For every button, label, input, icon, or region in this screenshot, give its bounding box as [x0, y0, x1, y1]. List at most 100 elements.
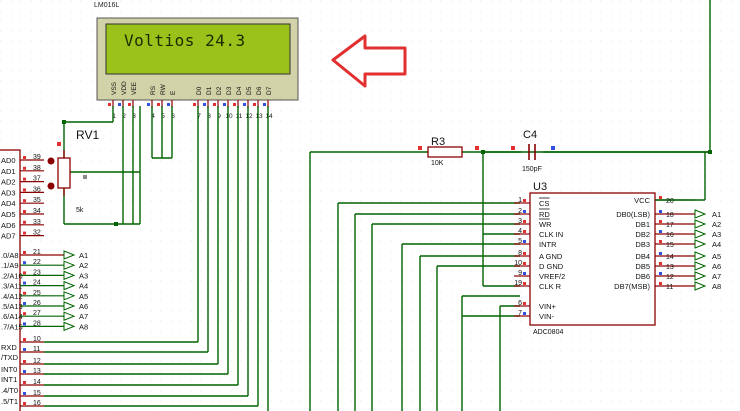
- rv1-value-label: 5k: [76, 207, 84, 214]
- u3-pin-name: A GND: [539, 252, 563, 261]
- lcd-pin-marker: [223, 103, 226, 106]
- rv1-arrow-up-icon[interactable]: [47, 157, 55, 165]
- mcu-pin-number: 39: [33, 154, 41, 161]
- lcd-pin-name: D1: [206, 86, 213, 95]
- lcd-pin-marker: [263, 103, 266, 106]
- r3-value-label: 10K: [431, 160, 444, 167]
- lcd-pin-name: D6: [256, 86, 263, 95]
- lcd-pin-marker: [147, 103, 150, 106]
- mcu-pin-name: AD1: [1, 167, 16, 176]
- u3-pin-marker: [523, 210, 526, 213]
- lcd-pin-marker: [118, 103, 121, 106]
- mcu-pin-name: .4/T0: [1, 386, 18, 395]
- mcu-pin-name: .4/A12: [1, 292, 23, 301]
- u3-pin-number: 5: [518, 238, 522, 245]
- r3-body: [427, 146, 463, 158]
- u3-pin-number: 8: [518, 250, 522, 257]
- lcd-pin-name: RS: [150, 85, 157, 95]
- u3-pin-marker: [523, 272, 526, 275]
- mcu-pin-number: 33: [33, 219, 41, 226]
- mcu-pin-name: AD0: [1, 156, 16, 165]
- lcd-pin-marker: [233, 103, 236, 106]
- lcd-pin-marker: [167, 103, 170, 106]
- lcd-part-label: LM016L: [94, 2, 119, 9]
- u3-output-label: A1: [712, 210, 721, 219]
- mcu-pin-name: .1/A9: [1, 261, 19, 270]
- schematic-canvas[interactable]: LM016L VSS 1 VDD 2 VEE 3 RS 4 RW 5 E 6 D0 7 D1 8 D2 9 D3 10…: [0, 0, 740, 411]
- u3-pin-name: D GND: [539, 262, 564, 271]
- mcu-pin-number: 21: [33, 249, 41, 256]
- lcd-pin-marker: [193, 103, 196, 106]
- mcu-terminal-label: A5: [79, 292, 88, 301]
- u3-pin-marker: [523, 252, 526, 255]
- mcu-pin-name: .5/T1: [1, 397, 18, 406]
- mcu-terminal-label: A4: [79, 282, 88, 291]
- u3-pin-number: 17: [666, 222, 674, 229]
- u3-pin-number: 18: [666, 212, 674, 219]
- mcu-pin-number: 26: [33, 300, 41, 307]
- lcd-pin-number: 11: [236, 113, 243, 120]
- mcu-pin-number: 38: [33, 165, 41, 172]
- lcd-display-text: Voltios 24.3: [124, 31, 246, 50]
- mcu-pin-name: .7/A15: [1, 322, 23, 331]
- u3-pin-number: 10: [514, 260, 522, 267]
- lcd-pin-number: 14: [265, 113, 273, 120]
- lcd-pin-name: E: [170, 90, 177, 95]
- lcd-pin-marker: [253, 103, 256, 106]
- u3-pin-name: CLK IN: [539, 230, 563, 239]
- mcu-pin-name: AD2: [1, 178, 16, 187]
- mcu-pin-name: INT0: [1, 365, 17, 374]
- mcu-pin-name: AD4: [1, 199, 16, 208]
- lcd-pin-name: RW: [160, 83, 167, 95]
- u3-pin-name: VREF/2: [539, 272, 565, 281]
- u3-pin-number: 4: [518, 228, 522, 235]
- mcu-terminal-label: A6: [79, 302, 88, 311]
- u3-pin-number: 20: [666, 198, 674, 205]
- mcu-pin-number: 27: [33, 310, 41, 317]
- lcd-pin-number: 13: [255, 113, 263, 120]
- u3-pin-name: DB2: [635, 230, 650, 239]
- u3-pin-marker: [523, 262, 526, 265]
- u3-pin-number: 3: [518, 218, 522, 225]
- u3-pin-name: VCC: [634, 196, 650, 205]
- u3-pin-marker: [523, 282, 526, 285]
- mcu-pin-name: .6/A14: [1, 312, 23, 321]
- rv1-arrow-down-icon[interactable]: [47, 182, 55, 190]
- u3-pin-number: 1: [518, 197, 522, 204]
- u3-pin-marker: [523, 220, 526, 223]
- u3-ref-label: U3: [533, 181, 547, 193]
- mcu-pin-name: AD7: [1, 232, 16, 241]
- u3-pin-name: DB3: [635, 240, 650, 249]
- u3-output-label: A5: [712, 252, 721, 261]
- u3-pin-name: DB1: [635, 220, 650, 229]
- u3-output-label: A6: [712, 262, 721, 271]
- lcd-pin-name: D0: [196, 86, 203, 95]
- mcu-pin-number: 35: [33, 197, 41, 204]
- mcu-pin-name: .2/A10: [1, 271, 23, 280]
- u3-pin-number: 16: [666, 232, 674, 239]
- lcd-pin-name: D4: [236, 86, 243, 95]
- u3-pin-marker: [659, 210, 662, 213]
- lcd-pin-name: VDD: [121, 81, 128, 95]
- u3-output-label: A4: [712, 240, 721, 249]
- mcu-pin-name: .0/A8: [1, 251, 19, 260]
- mcu-pin-name: /TXD: [1, 353, 19, 362]
- c4-value-label: 150pF: [522, 166, 542, 173]
- lcd-pin-name: D5: [246, 86, 253, 95]
- u3-pin-name: INTR: [539, 240, 557, 249]
- u3-pin-number: 12: [666, 274, 674, 281]
- u3-pin-name: WR: [539, 220, 552, 229]
- mcu-pin-name: .5/A13: [1, 302, 23, 311]
- u3-pin-number: 14: [666, 254, 674, 261]
- u3-pin-marker: [659, 252, 662, 255]
- u3-pin-marker: [659, 272, 662, 275]
- mcu-pin-name: AD6: [1, 221, 16, 230]
- lcd-pin-number: 10: [225, 113, 233, 120]
- u3-pin-marker: [659, 240, 662, 243]
- u3-output-label: A3: [712, 230, 721, 239]
- mcu-pin-name: INT1: [1, 375, 17, 384]
- mcu-pin-number: 36: [33, 186, 41, 193]
- lcd-pin-name: D7: [266, 86, 273, 95]
- u3-pin-number: 19: [514, 280, 522, 287]
- u3-pin-marker: [523, 199, 526, 202]
